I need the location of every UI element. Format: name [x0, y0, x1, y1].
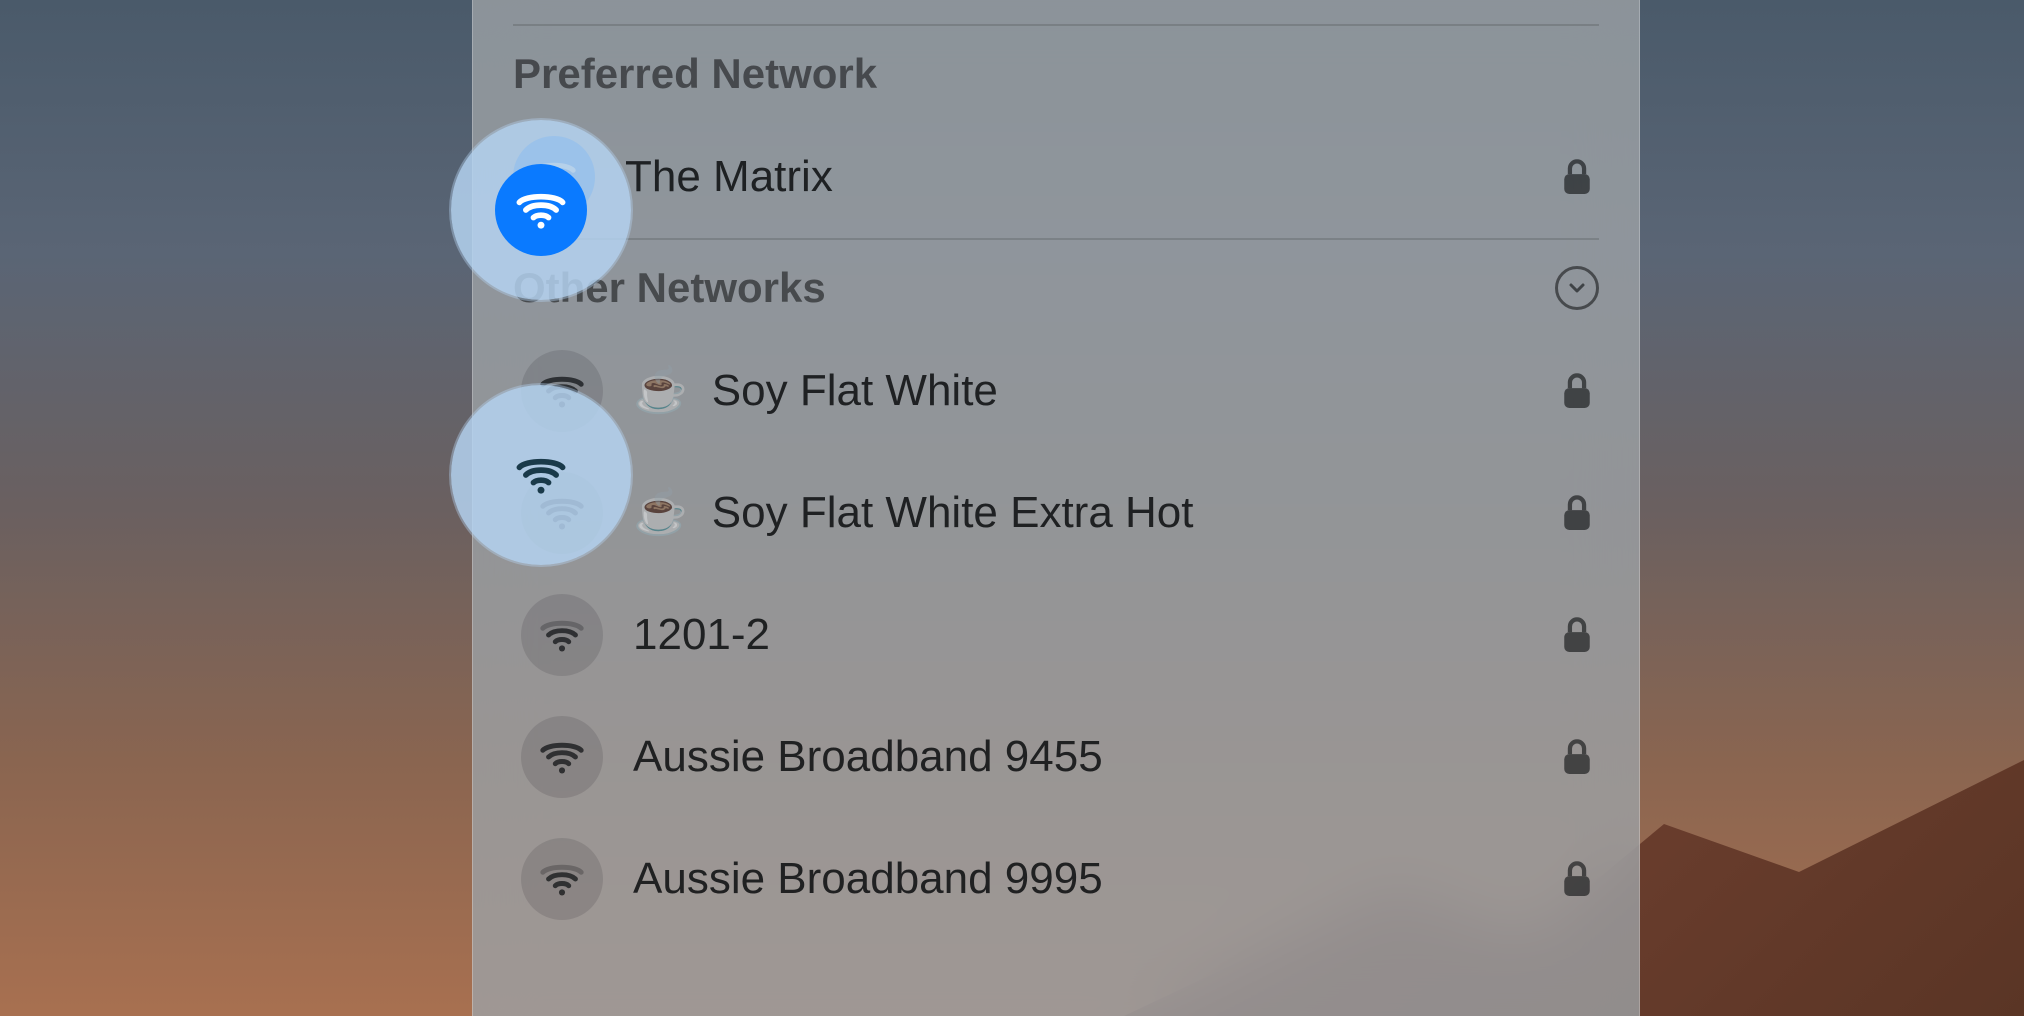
- lock-icon: [1555, 859, 1599, 899]
- network-emoji: ☕: [633, 369, 688, 413]
- network-row-1[interactable]: ☕ Soy Flat White Extra Hot: [513, 452, 1599, 574]
- network-row-3[interactable]: Aussie Broadband 9455: [513, 696, 1599, 818]
- wifi-signal-icon: [521, 472, 603, 554]
- network-row-0[interactable]: ☕ Soy Flat White: [513, 330, 1599, 452]
- network-row-2[interactable]: 1201-2: [513, 574, 1599, 696]
- network-row-4[interactable]: Aussie Broadband 9995: [513, 818, 1599, 940]
- wifi-signal-icon: [521, 350, 603, 432]
- preferred-network-header: Preferred Network: [513, 26, 1599, 116]
- lock-icon: [1555, 737, 1599, 777]
- wifi-signal-icon: [521, 716, 603, 798]
- wifi-connected-icon: [513, 136, 595, 218]
- lock-icon: [1555, 493, 1599, 533]
- lock-icon: [1555, 157, 1599, 197]
- expand-other-networks-button[interactable]: [1555, 266, 1599, 310]
- wifi-menu-panel: Preferred Network The Matrix: [472, 0, 1640, 1016]
- network-name: 1201-2: [633, 610, 1555, 660]
- preferred-network-row[interactable]: The Matrix: [513, 116, 1599, 238]
- wifi-signal-icon: [521, 594, 603, 676]
- other-networks-header: Other Networks: [513, 240, 1599, 330]
- network-name: Soy Flat White: [712, 366, 1555, 416]
- other-networks-label: Other Networks: [513, 264, 826, 312]
- preferred-network-label: Preferred Network: [513, 50, 877, 98]
- lock-icon: [1555, 371, 1599, 411]
- network-name: The Matrix: [625, 152, 1555, 202]
- wifi-signal-icon: [521, 838, 603, 920]
- network-name: Aussie Broadband 9455: [633, 732, 1555, 782]
- lock-icon: [1555, 615, 1599, 655]
- network-name: Soy Flat White Extra Hot: [712, 488, 1555, 538]
- network-emoji: ☕: [633, 491, 688, 535]
- network-name: Aussie Broadband 9995: [633, 854, 1555, 904]
